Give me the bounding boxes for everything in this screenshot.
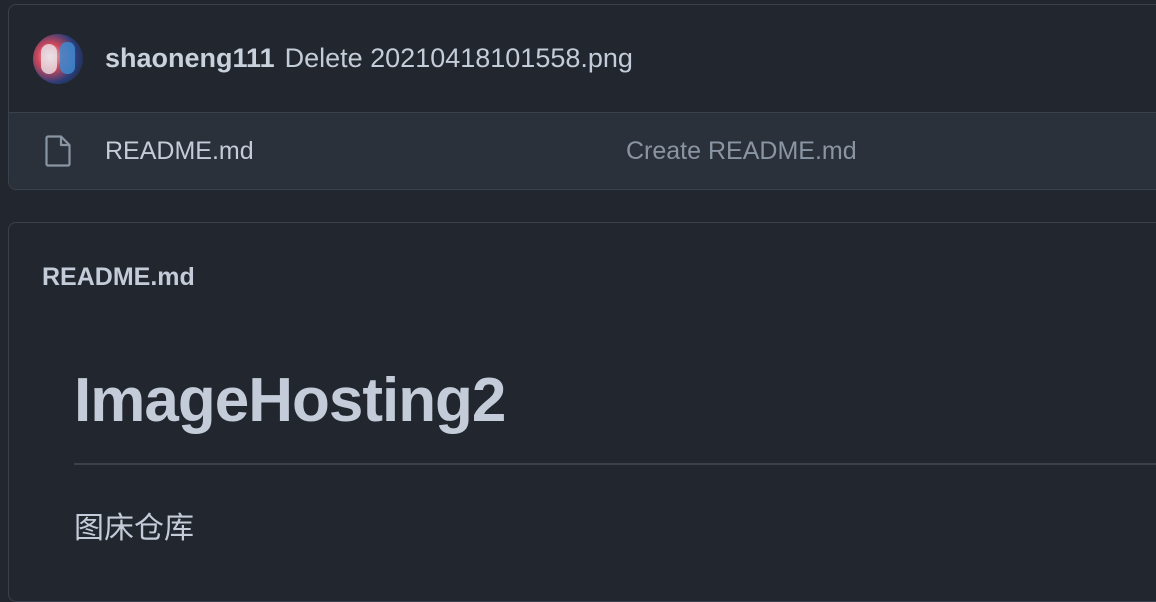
readme-filename-link[interactable]: README.md — [42, 263, 195, 292]
readme-panel: README.md ImageHosting2 图床仓库 — [8, 222, 1156, 602]
readme-description: 图床仓库 — [74, 511, 194, 546]
readme-title: ImageHosting2 — [74, 366, 506, 435]
commit-author-link[interactable]: shaoneng111 — [105, 43, 275, 74]
file-browser: shaoneng111 Delete 20210418101558.png RE… — [8, 4, 1156, 190]
file-name-link[interactable]: README.md — [105, 137, 254, 166]
commit-message-link[interactable]: Delete 20210418101558.png — [285, 43, 633, 74]
file-icon — [45, 135, 71, 167]
latest-commit-bar: shaoneng111 Delete 20210418101558.png — [9, 5, 1156, 113]
divider — [74, 463, 1156, 465]
file-row[interactable]: README.md Create README.md — [9, 113, 1156, 189]
file-commit-message-link[interactable]: Create README.md — [626, 137, 857, 166]
avatar[interactable] — [33, 33, 83, 84]
